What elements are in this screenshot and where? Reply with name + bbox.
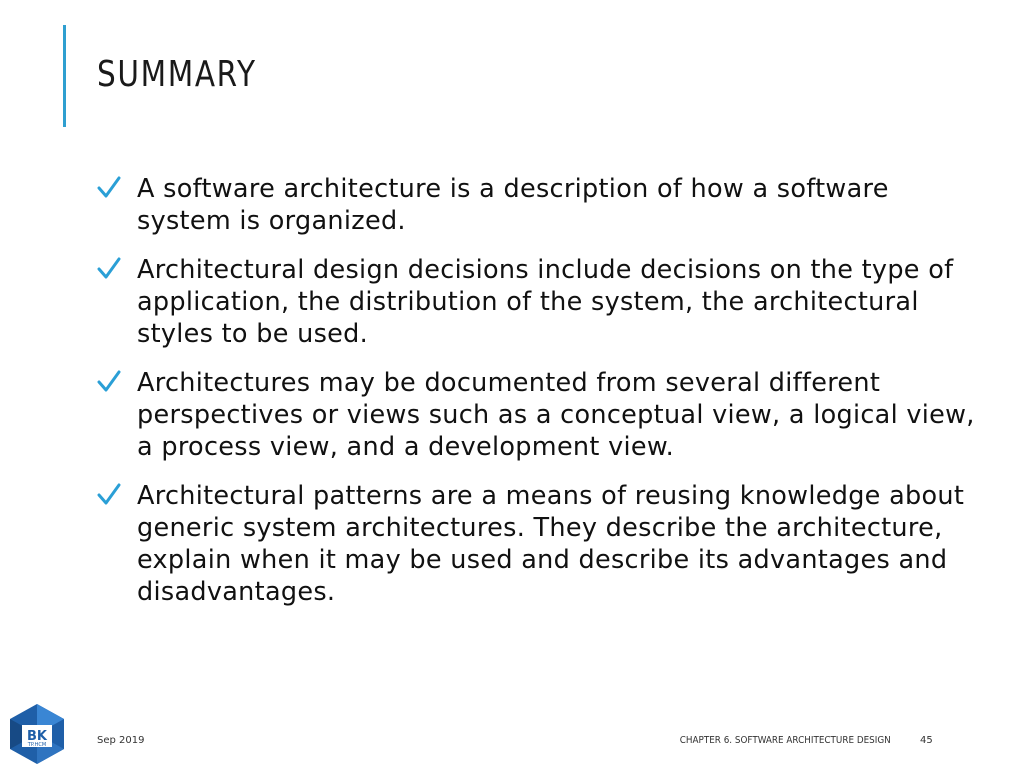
bullet-item: A software architecture is a description… (92, 173, 982, 237)
checkmark-icon (97, 176, 121, 198)
bullet-text: A software architecture is a description… (137, 174, 889, 236)
checkmark-icon (97, 257, 121, 279)
bullet-item: Architectural design decisions include d… (92, 254, 982, 350)
bullet-item: Architectural patterns are a means of re… (92, 480, 982, 608)
footer-page-number: 45 (920, 735, 933, 746)
slide-title: SUMMARY (97, 54, 257, 95)
footer-date: Sep 2019 (97, 735, 145, 746)
bullet-text: Architectural patterns are a means of re… (137, 481, 965, 607)
logo-subtext: TP.HCM (27, 742, 46, 748)
summary-bullet-list: A software architecture is a description… (92, 173, 982, 625)
checkmark-icon (97, 370, 121, 392)
bullet-text: Architectural design decisions include d… (137, 255, 954, 349)
checkmark-icon (97, 483, 121, 505)
bullet-item: Architectures may be documented from sev… (92, 367, 982, 463)
bk-hexagon-logo: BK TP.HCM (10, 704, 64, 764)
title-accent-bar (63, 25, 66, 127)
bullet-text: Architectures may be documented from sev… (137, 368, 975, 462)
footer-chapter-title: CHAPTER 6. SOFTWARE ARCHITECTURE DESIGN (680, 735, 891, 746)
